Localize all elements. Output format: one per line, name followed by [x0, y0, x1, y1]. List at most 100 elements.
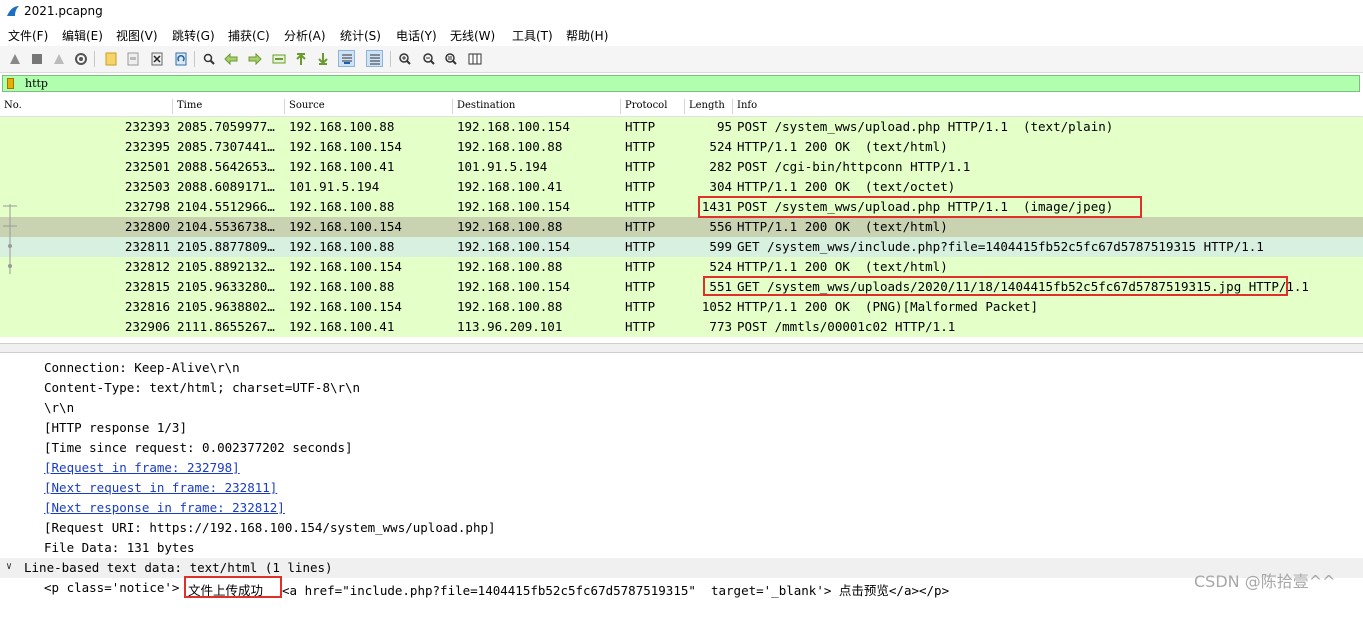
first-packet-icon[interactable]: [292, 50, 309, 67]
packet-row[interactable]: 232811 2105.8877809… 192.168.100.88 192.…: [0, 237, 1363, 257]
chevron-down-icon[interactable]: ∨: [6, 561, 12, 572]
start-capture-icon[interactable]: [6, 50, 23, 67]
detail-line[interactable]: Connection: Keep-Alive\r\n: [44, 360, 240, 375]
packet-protocol: HTTP: [625, 239, 656, 254]
packet-time: 2088.5642653…: [177, 159, 275, 174]
packet-protocol: HTTP: [625, 199, 656, 214]
toolbar-separator: [390, 51, 391, 67]
packet-source: 192.168.100.154: [289, 139, 402, 154]
detail-line[interactable]: [Time since request: 0.002377202 seconds…: [44, 440, 353, 455]
packet-source: 192.168.100.88: [289, 279, 395, 294]
packet-row[interactable]: 232395 2085.7307441… 192.168.100.154 192…: [0, 137, 1363, 157]
column-header-length[interactable]: Length: [689, 100, 725, 111]
detail-line[interactable]: \r\n: [44, 400, 74, 415]
packet-length: 95: [716, 119, 732, 134]
filter-bookmark-icon[interactable]: [7, 78, 14, 89]
menu-analyze[interactable]: 分析(A): [284, 27, 326, 44]
next-response-link[interactable]: [Next response in frame: 232812]: [44, 500, 285, 515]
html-body-suffix[interactable]: <a href="include.php?file=1404415fb52c5f…: [282, 580, 949, 599]
reload-file-icon[interactable]: [172, 50, 189, 67]
zoom-in-icon[interactable]: [396, 50, 413, 67]
column-separator[interactable]: [620, 99, 621, 114]
packet-no: 232501: [124, 159, 170, 174]
packet-list-header: No. Time Source Destination Protocol Len…: [0, 97, 1363, 117]
display-filter-bar: http: [0, 74, 1363, 94]
html-body-prefix[interactable]: <p class='notice'>: [44, 580, 179, 595]
menu-edit[interactable]: 编辑(E): [62, 27, 103, 44]
column-separator[interactable]: [452, 99, 453, 114]
column-header-destination[interactable]: Destination: [457, 100, 515, 111]
packet-source: 192.168.100.88: [289, 119, 395, 134]
menu-help[interactable]: 帮助(H): [566, 27, 608, 44]
detail-line[interactable]: File Data: 131 bytes: [44, 540, 195, 555]
detail-line[interactable]: [Request URI: https://192.168.100.154/sy…: [44, 520, 496, 535]
packet-row[interactable]: 232393 2085.7059977… 192.168.100.88 192.…: [0, 117, 1363, 137]
capture-options-icon[interactable]: [72, 50, 89, 67]
pane-splitter[interactable]: [0, 343, 1363, 353]
open-file-icon[interactable]: [102, 50, 119, 67]
zoom-out-icon[interactable]: [420, 50, 437, 67]
file-bin-icon[interactable]: [124, 50, 141, 67]
packet-row[interactable]: 232503 2088.6089171… 101.91.5.194 192.16…: [0, 177, 1363, 197]
column-header-time[interactable]: Time: [177, 100, 202, 111]
packet-row[interactable]: 232906 2111.8655267… 192.168.100.41 113.…: [0, 317, 1363, 337]
menu-view[interactable]: 视图(V): [116, 27, 158, 44]
menu-file[interactable]: 文件(F): [8, 27, 48, 44]
main-toolbar: [0, 46, 1363, 73]
window-title: 2021.pcapng: [24, 4, 103, 18]
packet-info: HTTP/1.1 200 OK (text/html): [737, 259, 948, 274]
column-header-source[interactable]: Source: [289, 100, 325, 111]
column-header-info[interactable]: Info: [737, 100, 757, 111]
packet-row[interactable]: 232798 2104.5512966… 192.168.100.88 192.…: [0, 197, 1363, 217]
request-frame-link[interactable]: [Request in frame: 232798]: [44, 460, 240, 475]
column-separator[interactable]: [684, 99, 685, 114]
packet-info: POST /mmtls/00001c02 HTTP/1.1: [737, 319, 956, 334]
display-filter-text: http: [25, 77, 48, 90]
go-to-packet-icon[interactable]: [270, 50, 287, 67]
packet-protocol: HTTP: [625, 159, 656, 174]
packet-source: 192.168.100.41: [289, 319, 395, 334]
packet-protocol: HTTP: [625, 139, 656, 154]
stop-capture-icon[interactable]: [28, 50, 45, 67]
packet-length: 524: [709, 139, 732, 154]
packet-protocol: HTTP: [625, 179, 656, 194]
packet-row[interactable]: 232501 2088.5642653… 192.168.100.41 101.…: [0, 157, 1363, 177]
colorize-icon[interactable]: [366, 50, 383, 67]
go-forward-icon[interactable]: [246, 50, 263, 67]
menu-go[interactable]: 跳转(G): [172, 27, 215, 44]
menu-telephony[interactable]: 电话(Y): [396, 27, 437, 44]
restart-capture-icon[interactable]: [50, 50, 67, 67]
column-header-protocol[interactable]: Protocol: [625, 100, 667, 111]
column-separator[interactable]: [732, 99, 733, 114]
packet-no: 232395: [124, 139, 170, 154]
packet-destination: 192.168.100.88: [457, 299, 563, 314]
menu-wireless[interactable]: 无线(W): [450, 27, 495, 44]
detail-line[interactable]: [HTTP response 1/3]: [44, 420, 187, 435]
menu-capture[interactable]: 捕获(C): [228, 27, 270, 44]
column-header-no[interactable]: No.: [4, 100, 22, 111]
column-separator[interactable]: [172, 99, 173, 114]
auto-scroll-icon[interactable]: [338, 50, 355, 67]
packet-length: 556: [709, 219, 732, 234]
text-data-section-row[interactable]: ∨ Line-based text data: text/html (1 lin…: [0, 558, 1363, 578]
close-file-icon[interactable]: [148, 50, 165, 67]
detail-line[interactable]: Content-Type: text/html; charset=UTF-8\r…: [44, 380, 360, 395]
packet-source: 192.168.100.154: [289, 219, 402, 234]
resize-columns-icon[interactable]: [466, 50, 483, 67]
packet-row[interactable]: 232812 2105.8892132… 192.168.100.154 192…: [0, 257, 1363, 277]
menu-tools[interactable]: 工具(T): [512, 27, 553, 44]
packet-no: 232800: [124, 219, 170, 234]
packet-row[interactable]: 232816 2105.9638802… 192.168.100.154 192…: [0, 297, 1363, 317]
go-back-icon[interactable]: [222, 50, 239, 67]
find-packet-icon[interactable]: [200, 50, 217, 67]
packet-row-selected[interactable]: 232800 2104.5536738… 192.168.100.154 192…: [0, 217, 1363, 237]
packet-length: 773: [709, 319, 732, 334]
display-filter-input[interactable]: http: [2, 75, 1360, 92]
last-packet-icon[interactable]: [314, 50, 331, 67]
packet-info: HTTP/1.1 200 OK (text/html): [737, 219, 948, 234]
normal-size-icon[interactable]: [442, 50, 459, 67]
packet-time: 2105.8877809…: [177, 239, 275, 254]
column-separator[interactable]: [284, 99, 285, 114]
next-request-link[interactable]: [Next request in frame: 232811]: [44, 480, 277, 495]
menu-statistics[interactable]: 统计(S): [340, 27, 381, 44]
